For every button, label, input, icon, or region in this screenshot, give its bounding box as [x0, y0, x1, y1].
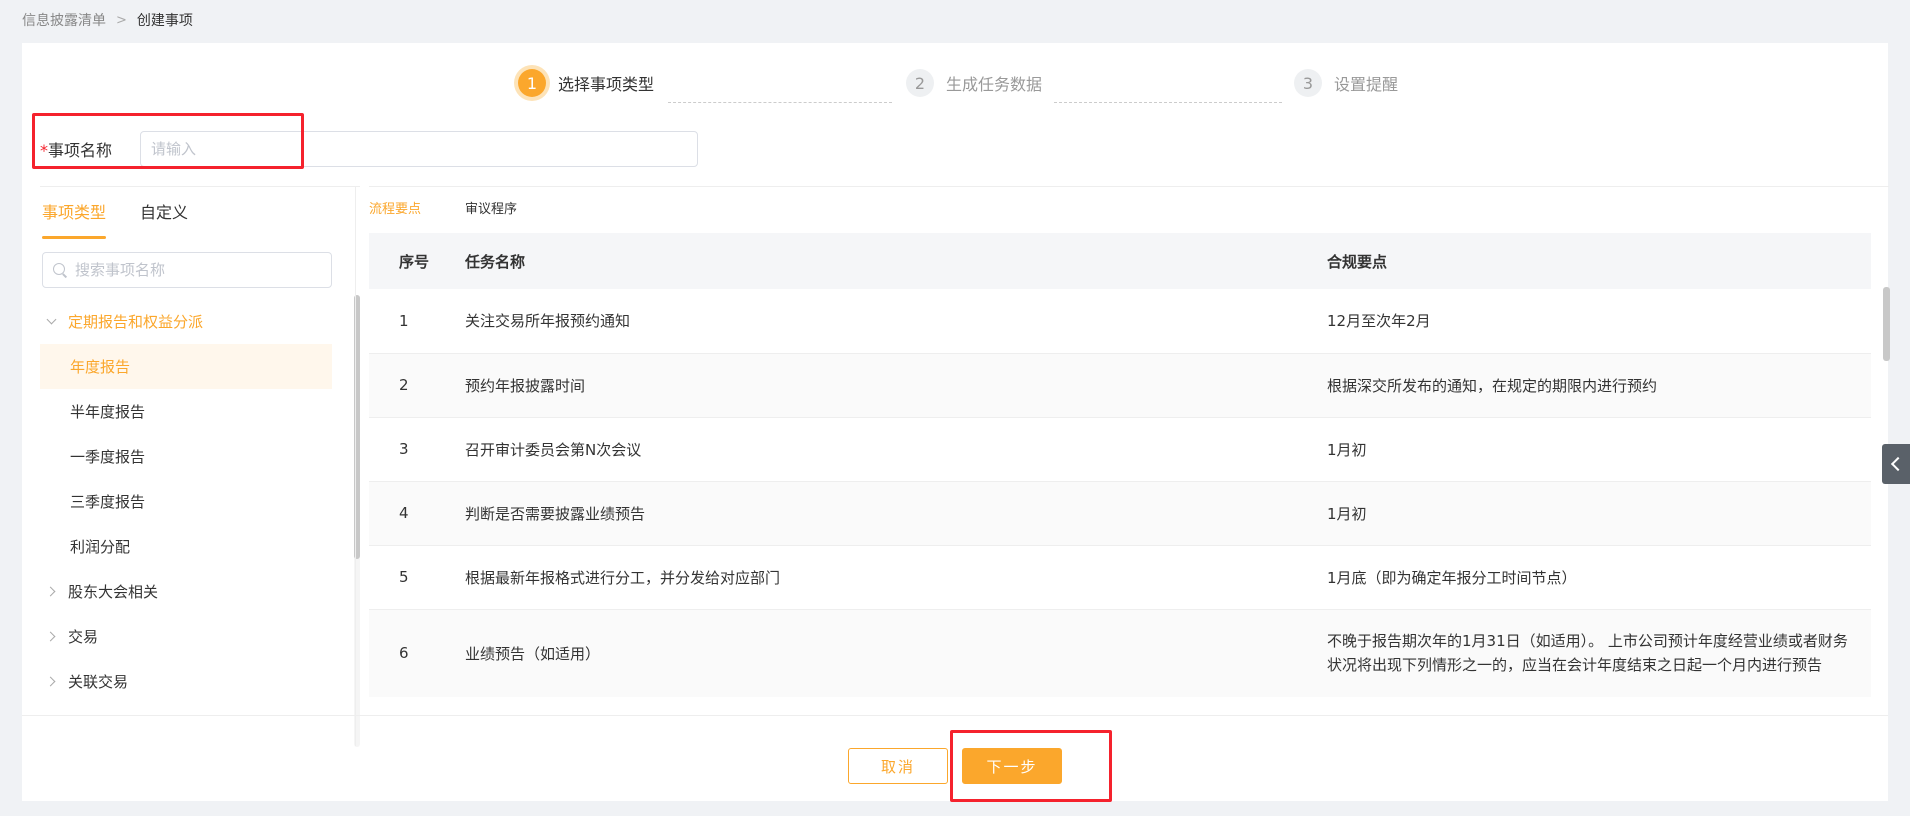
cell-no: 5 — [369, 545, 465, 610]
header-task: 任务名称 — [465, 252, 526, 271]
step-1: 1 选择事项类型 — [518, 63, 654, 103]
tree-item-q3-report[interactable]: 三季度报告 — [40, 479, 332, 524]
step-2: 2 生成任务数据 — [906, 63, 1042, 103]
tab-review-procedure[interactable]: 审议程序 — [465, 198, 517, 217]
header-no: 序号 — [399, 252, 430, 271]
table-row: 4 判断是否需要披露业绩预告 1月初 — [369, 481, 1871, 546]
chevron-right-icon — [46, 587, 56, 597]
cell-task: 判断是否需要披露业绩预告 — [465, 481, 1327, 546]
task-detail-panel: 流程要点 审议程序 序号 任务名称 合规要点 1 关注交易所年报预约通知 12月… — [369, 186, 1890, 746]
cell-task: 关注交易所年报预约通知 — [465, 289, 1327, 354]
step-1-label: 选择事项类型 — [558, 75, 655, 94]
item-type-panel: 事项类型 自定义 定期报告和权益分派 年度报告 半年度报告 一季度报告 三季度报… — [40, 186, 360, 747]
header-rule: 合规要点 — [1327, 252, 1388, 271]
step-indicator: 1 选择事项类型 2 生成任务数据 3 设置提醒 — [22, 63, 1888, 103]
table-header-row: 序号 任务名称 合规要点 — [369, 233, 1871, 289]
annotation-highlight-next — [950, 730, 1112, 802]
cell-rule: 1月初 — [1327, 481, 1871, 546]
step-3-number: 3 — [1294, 69, 1322, 97]
table-row: 1 关注交易所年报预约通知 12月至次年2月 — [369, 289, 1871, 354]
cell-rule: 12月至次年2月 — [1327, 289, 1871, 354]
tree-group-label: 交易 — [68, 628, 99, 646]
breadcrumb-current: 创建事项 — [136, 13, 193, 29]
task-table: 序号 任务名称 合规要点 1 关注交易所年报预约通知 12月至次年2月 2 预约… — [369, 233, 1871, 697]
left-tabs: 事项类型 自定义 — [40, 187, 360, 239]
chevron-right-icon — [46, 632, 56, 642]
cell-task: 召开审计委员会第N次会议 — [465, 417, 1327, 482]
cell-task: 预约年报披露时间 — [465, 353, 1327, 418]
tab-item-type[interactable]: 事项类型 — [42, 187, 107, 239]
panel-divider — [355, 186, 356, 746]
table-scrollbar[interactable] — [1883, 287, 1890, 697]
tree-item-profit-distribution[interactable]: 利润分配 — [40, 524, 332, 569]
table-scrollbar-thumb[interactable] — [1883, 287, 1890, 361]
chevron-right-icon — [46, 677, 56, 687]
step-2-label: 生成任务数据 — [946, 75, 1043, 94]
tree-group-related-transaction[interactable]: 关联交易 — [40, 659, 332, 704]
right-tabs: 流程要点 审议程序 — [369, 187, 1889, 227]
step-1-number: 1 — [518, 69, 546, 97]
step-connector-1 — [668, 102, 892, 103]
search-input[interactable] — [75, 261, 315, 279]
chevron-left-icon — [1890, 458, 1902, 470]
cell-no: 4 — [369, 481, 465, 546]
tree-item-annual-report[interactable]: 年度报告 — [40, 344, 332, 389]
tree-item-semiannual-report[interactable]: 半年度报告 — [40, 389, 332, 434]
footer-actions: 取消 下一步 — [22, 715, 1888, 802]
cancel-button[interactable]: 取消 — [848, 748, 948, 784]
step-connector-2 — [1054, 102, 1282, 103]
cell-no: 2 — [369, 353, 465, 418]
tree-group-periodic-report[interactable]: 定期报告和权益分派 — [40, 299, 332, 344]
table-row: 6 业绩预告（如适用） 不晚于报告期次年的1月31日（如适用）。 上市公司预计年… — [369, 609, 1871, 697]
cell-rule: 1月底（即为确定年报分工时间节点） — [1327, 545, 1871, 610]
tree-item-q1-report[interactable]: 一季度报告 — [40, 434, 332, 479]
tree-group-label: 定期报告和权益分派 — [68, 313, 204, 331]
cell-rule: 不晚于报告期次年的1月31日（如适用）。 上市公司预计年度经营业绩或者财务状况将… — [1327, 609, 1871, 697]
step-2-number: 2 — [906, 69, 934, 97]
cell-no: 6 — [369, 609, 465, 697]
breadcrumb: 信息披露清单 > 创建事项 — [22, 10, 193, 30]
item-type-tree: 定期报告和权益分派 年度报告 半年度报告 一季度报告 三季度报告 利润分配 股东… — [40, 299, 332, 704]
breadcrumb-parent-link[interactable]: 信息披露清单 — [22, 10, 106, 30]
step-3: 3 设置提醒 — [1294, 63, 1398, 103]
create-item-panel: 1 选择事项类型 2 生成任务数据 3 设置提醒 *事项名称 事项类型 自定义 — [22, 43, 1890, 802]
table-row: 2 预约年报披露时间 根据深交所发布的通知，在规定的期限内进行预约 — [369, 353, 1871, 418]
table-row: 3 召开审计委员会第N次会议 1月初 — [369, 417, 1871, 482]
chevron-right-icon: > — [116, 12, 127, 28]
search-icon — [53, 263, 67, 277]
tree-group-label: 股东大会相关 — [68, 583, 159, 601]
chevron-down-icon — [46, 317, 56, 327]
cell-rule: 1月初 — [1327, 417, 1871, 482]
cell-rule-text: 不晚于报告期次年的1月31日（如适用）。 上市公司预计年度经营业绩或者财务状况将… — [1327, 632, 1848, 674]
cell-no: 1 — [369, 289, 465, 354]
tab-custom[interactable]: 自定义 — [140, 187, 188, 239]
tree-group-label: 关联交易 — [68, 673, 129, 691]
step-3-label: 设置提醒 — [1334, 75, 1399, 94]
search-box — [42, 252, 332, 288]
table-row: 5 根据最新年报格式进行分工，并分发给对应部门 1月底（即为确定年报分工时间节点… — [369, 545, 1871, 610]
side-panel-toggle[interactable] — [1882, 444, 1910, 484]
cell-no: 3 — [369, 417, 465, 482]
cell-rule: 根据深交所发布的通知，在规定的期限内进行预约 — [1327, 353, 1871, 418]
cell-task: 根据最新年报格式进行分工，并分发给对应部门 — [465, 545, 1327, 610]
tab-process-points[interactable]: 流程要点 — [369, 198, 421, 217]
tree-group-shareholder-meeting[interactable]: 股东大会相关 — [40, 569, 332, 614]
cell-task: 业绩预告（如适用） — [465, 609, 1327, 697]
annotation-highlight-name — [32, 113, 304, 169]
tree-group-transaction[interactable]: 交易 — [40, 614, 332, 659]
